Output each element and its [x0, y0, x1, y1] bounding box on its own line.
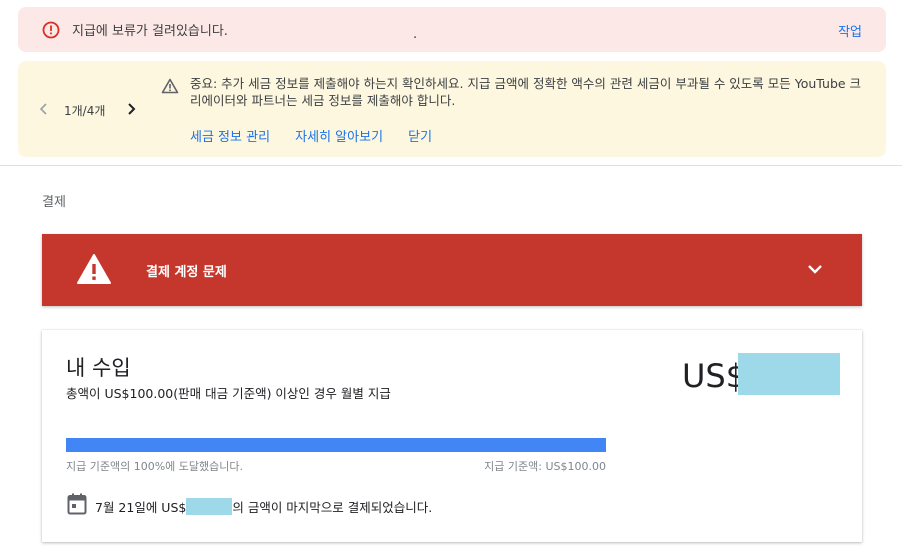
payment-hold-action-link[interactable]: 작업: [838, 21, 862, 40]
earnings-amount-currency: US$: [682, 357, 747, 395]
tax-info-banner: 1개/4개 중요: 추가 세금 정보를 제출해야 하는지 확인하세요. 지급 금…: [18, 61, 886, 157]
payment-hold-message: 지급에 보류가 걸려있습니다.: [72, 24, 228, 39]
tax-info-message: 중요: 추가 세금 정보를 제출해야 하는지 확인하세요. 지급 금액에 정확한…: [190, 76, 862, 108]
header-divider: [0, 165, 902, 166]
earnings-amount-redaction: [738, 353, 840, 395]
alert-title: 결제 계정 문제: [146, 265, 227, 280]
dismiss-link[interactable]: 닫기: [408, 130, 432, 145]
payments-section-label: 결제: [42, 195, 66, 210]
banner-pager-text: 1개/4개: [64, 104, 106, 118]
chevron-left-icon[interactable]: [37, 101, 51, 117]
payment-account-alert[interactable]: 결제 계정 문제: [42, 234, 862, 306]
payment-hold-dot: .: [413, 27, 418, 42]
tax-info-links: 세금 정보 관리 자세히 알아보기 닫기: [190, 126, 453, 145]
last-payment-line: 7월 21일에 US$ 의 금액이 마지막으로 결제되었습니다.: [95, 497, 432, 516]
error-circle-icon: [42, 21, 60, 39]
manage-tax-info-link[interactable]: 세금 정보 관리: [190, 130, 270, 145]
threshold-progress-bar: [66, 438, 606, 452]
warning-filled-icon: [77, 254, 111, 284]
last-payment-suffix: 의 금액이 마지막으로 결제되었습니다.: [232, 500, 433, 515]
earnings-title: 내 수입: [66, 356, 131, 380]
payment-hold-banner: 지급에 보류가 걸려있습니다. . 작업: [18, 7, 886, 52]
earnings-subtitle: 총액이 US$100.00(판매 대금 기준액) 이상인 경우 월별 지급: [66, 386, 391, 401]
threshold-amount: 지급 기준액: US$100.00: [484, 460, 606, 473]
earnings-card: 내 수입 총액이 US$100.00(판매 대금 기준액) 이상인 경우 월별 …: [42, 330, 862, 542]
warning-triangle-icon: [161, 78, 179, 94]
threshold-progress-fill: [66, 438, 606, 452]
last-payment-amount-redaction: [186, 498, 233, 515]
learn-more-link[interactable]: 자세히 알아보기: [295, 130, 383, 145]
calendar-icon: [67, 493, 87, 515]
chevron-down-icon[interactable]: [806, 262, 824, 276]
last-payment-prefix: 7월 21일에 US$: [95, 500, 187, 515]
chevron-right-icon[interactable]: [124, 101, 138, 117]
